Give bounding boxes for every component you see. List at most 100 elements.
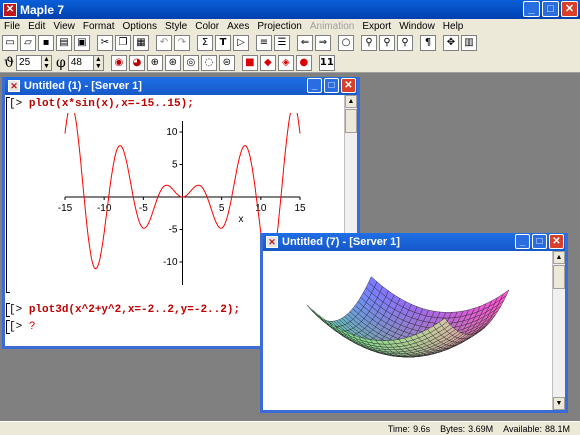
surface-patch [312, 309, 322, 319]
menu-projection[interactable]: Projection [253, 21, 305, 32]
contour-icon[interactable]: ⊛ [164, 54, 181, 71]
x-tick-label: -5 [139, 203, 148, 214]
ws7-maximize-button[interactable]: □ [532, 234, 547, 249]
scroll-up-arrow[interactable]: ▲ [553, 251, 565, 264]
zoom-medium-icon[interactable]: ⚲ [379, 35, 395, 51]
worksheet-7-titlebar[interactable]: ✕ Untitled (7) - [Server 1] _ □ ✕ [263, 233, 565, 251]
paste-icon[interactable]: ▦ [133, 35, 149, 51]
new-file-icon[interactable]: ▭ [2, 35, 18, 51]
point-style-icon[interactable]: ◌ [200, 54, 217, 71]
prompt-2: [> [9, 304, 23, 316]
menu-export[interactable]: Export [358, 21, 395, 32]
redo-icon[interactable]: ↷ [174, 35, 190, 51]
ws1-maximize-button[interactable]: □ [324, 78, 339, 93]
undo-icon[interactable]: ↶ [156, 35, 172, 51]
ws7-minimize-button[interactable]: _ [515, 234, 530, 249]
menu-style[interactable]: Style [161, 21, 191, 32]
axes-none-icon[interactable]: ● [295, 54, 312, 71]
bytes-label: Bytes: [440, 423, 466, 434]
ws1-close-button[interactable]: ✕ [341, 78, 356, 93]
ws7-scrollbar[interactable]: ▲ ▼ [552, 251, 565, 410]
theta-label: ϑ [4, 54, 15, 71]
scroll-down-arrow[interactable]: ▼ [553, 397, 565, 410]
text-icon[interactable]: T [215, 35, 231, 51]
command-2[interactable]: plot3d(x^2+y^2,x=-2..2,y=-2..2); [29, 304, 240, 316]
menu-help[interactable]: Help [439, 21, 468, 32]
execute-icon[interactable]: ▷ [233, 35, 249, 51]
print-icon[interactable]: ▤ [56, 35, 72, 51]
menu-color[interactable]: Color [191, 21, 223, 32]
restart-icon[interactable]: ✥ [443, 35, 459, 51]
worksheet-window-7[interactable]: ✕ Untitled (7) - [Server 1] _ □ ✕ ▲ ▼ [260, 233, 568, 413]
save-icon[interactable]: ▪ [38, 35, 54, 51]
patch-style-icon[interactable]: ◉ [110, 54, 127, 71]
menu-axes[interactable]: Axes [223, 21, 253, 32]
insert-group-icon[interactable]: ≡ [256, 35, 272, 51]
plot-3d-surface[interactable] [263, 251, 553, 409]
maple-leaf-icon: ✕ [3, 2, 17, 17]
patch-nogrid-icon[interactable]: ◕ [128, 54, 145, 71]
menu-view[interactable]: View [49, 21, 79, 32]
surface-patch [318, 314, 328, 323]
cut-icon[interactable]: ✂ [97, 35, 113, 51]
close-button[interactable]: ✕ [561, 1, 578, 17]
input-line-3[interactable]: [> ? [9, 321, 35, 333]
show-paragraph-icon[interactable]: ¶ [420, 35, 436, 51]
wireframe-icon[interactable]: ⊕ [146, 54, 163, 71]
constrained-scaling-icon[interactable]: 11 [318, 54, 335, 71]
theta-value[interactable]: 25 [17, 57, 41, 68]
forward-icon[interactable]: ⇒ [315, 35, 331, 51]
print-preview-icon[interactable]: ▣ [74, 35, 90, 51]
menu-window[interactable]: Window [395, 21, 439, 32]
maximize-button[interactable]: □ [542, 1, 559, 17]
ws7-close-button[interactable]: ✕ [549, 234, 564, 249]
stop-icon[interactable]: ○ [338, 35, 354, 51]
back-icon[interactable]: ⇐ [297, 35, 313, 51]
menu-options[interactable]: Options [119, 21, 161, 32]
sum-icon[interactable]: Σ [197, 35, 213, 51]
theta-stepper[interactable]: 25 ▲ ▼ [16, 54, 53, 71]
open-file-icon[interactable]: ▱ [20, 35, 36, 51]
scroll-thumb[interactable] [345, 109, 357, 133]
phi-stepper[interactable]: 48 ▲ ▼ [67, 54, 104, 71]
patch-contour-icon[interactable]: ◎ [182, 54, 199, 71]
prompt-1: [> [9, 98, 23, 110]
time-label: Time: [387, 423, 411, 434]
x-tick-label: 5 [219, 203, 225, 214]
interrupt-icon[interactable]: ▥ [461, 35, 477, 51]
theta-spin-arrows[interactable]: ▲ ▼ [41, 55, 52, 70]
axes-boxed-icon[interactable]: ■ [241, 54, 258, 71]
time-value: 9.6s [413, 423, 431, 434]
phi-value[interactable]: 48 [69, 57, 93, 68]
worksheet-1-titlebar[interactable]: ✕ Untitled (1) - [Server 1] _ □ ✕ [5, 77, 357, 95]
scroll-thumb[interactable] [553, 265, 565, 289]
menu-animation[interactable]: Animation [306, 21, 358, 32]
command-1[interactable]: plot(x*sin(x),x=-15..15); [29, 98, 194, 110]
worksheet-1-title: Untitled (1) - [Server 1] [24, 80, 142, 92]
menu-format[interactable]: Format [79, 21, 119, 32]
axes-frame-icon[interactable]: ◆ [259, 54, 276, 71]
menu-edit[interactable]: Edit [24, 21, 49, 32]
status-bar: Time: 9.6s Bytes: 3.69M Available: 88.1M [0, 421, 580, 435]
worksheet-7-body[interactable]: ▲ ▼ [263, 251, 565, 410]
outline-icon[interactable]: ☰ [274, 35, 290, 51]
phi-spin-arrows[interactable]: ▲ ▼ [92, 55, 103, 70]
y-tick-label: 5 [172, 160, 178, 171]
minimize-button[interactable]: _ [523, 1, 540, 17]
zoom-large-icon[interactable]: ⚲ [397, 35, 413, 51]
execution-group-bracket[interactable] [6, 97, 10, 293]
hidden-line-icon[interactable]: ⊜ [218, 54, 235, 71]
input-line-1[interactable]: [> plot(x*sin(x),x=-15..15); [9, 98, 194, 110]
ws1-minimize-button[interactable]: _ [307, 78, 322, 93]
input-line-2[interactable]: [> plot3d(x^2+y^2,x=-2..2,y=-2..2); [9, 304, 240, 316]
menu-file[interactable]: File [0, 21, 24, 32]
zoom-small-icon[interactable]: ⚲ [361, 35, 377, 51]
worksheet-icon: ✕ [266, 236, 278, 248]
command-3[interactable]: ? [29, 321, 36, 333]
toolbar-main: ▭ ▱ ▪ ▤ ▣ ✂ ❐ ▦ ↶ ↷ Σ T ▷ ≡ ☰ ⇐ ⇒ ○ ⚲ ⚲ … [0, 33, 580, 53]
copy-icon[interactable]: ❐ [115, 35, 131, 51]
prompt-3: [> [9, 321, 23, 333]
x-tick-label: -15 [58, 203, 73, 214]
axes-normal-icon[interactable]: ◈ [277, 54, 294, 71]
scroll-up-arrow[interactable]: ▲ [345, 95, 357, 108]
